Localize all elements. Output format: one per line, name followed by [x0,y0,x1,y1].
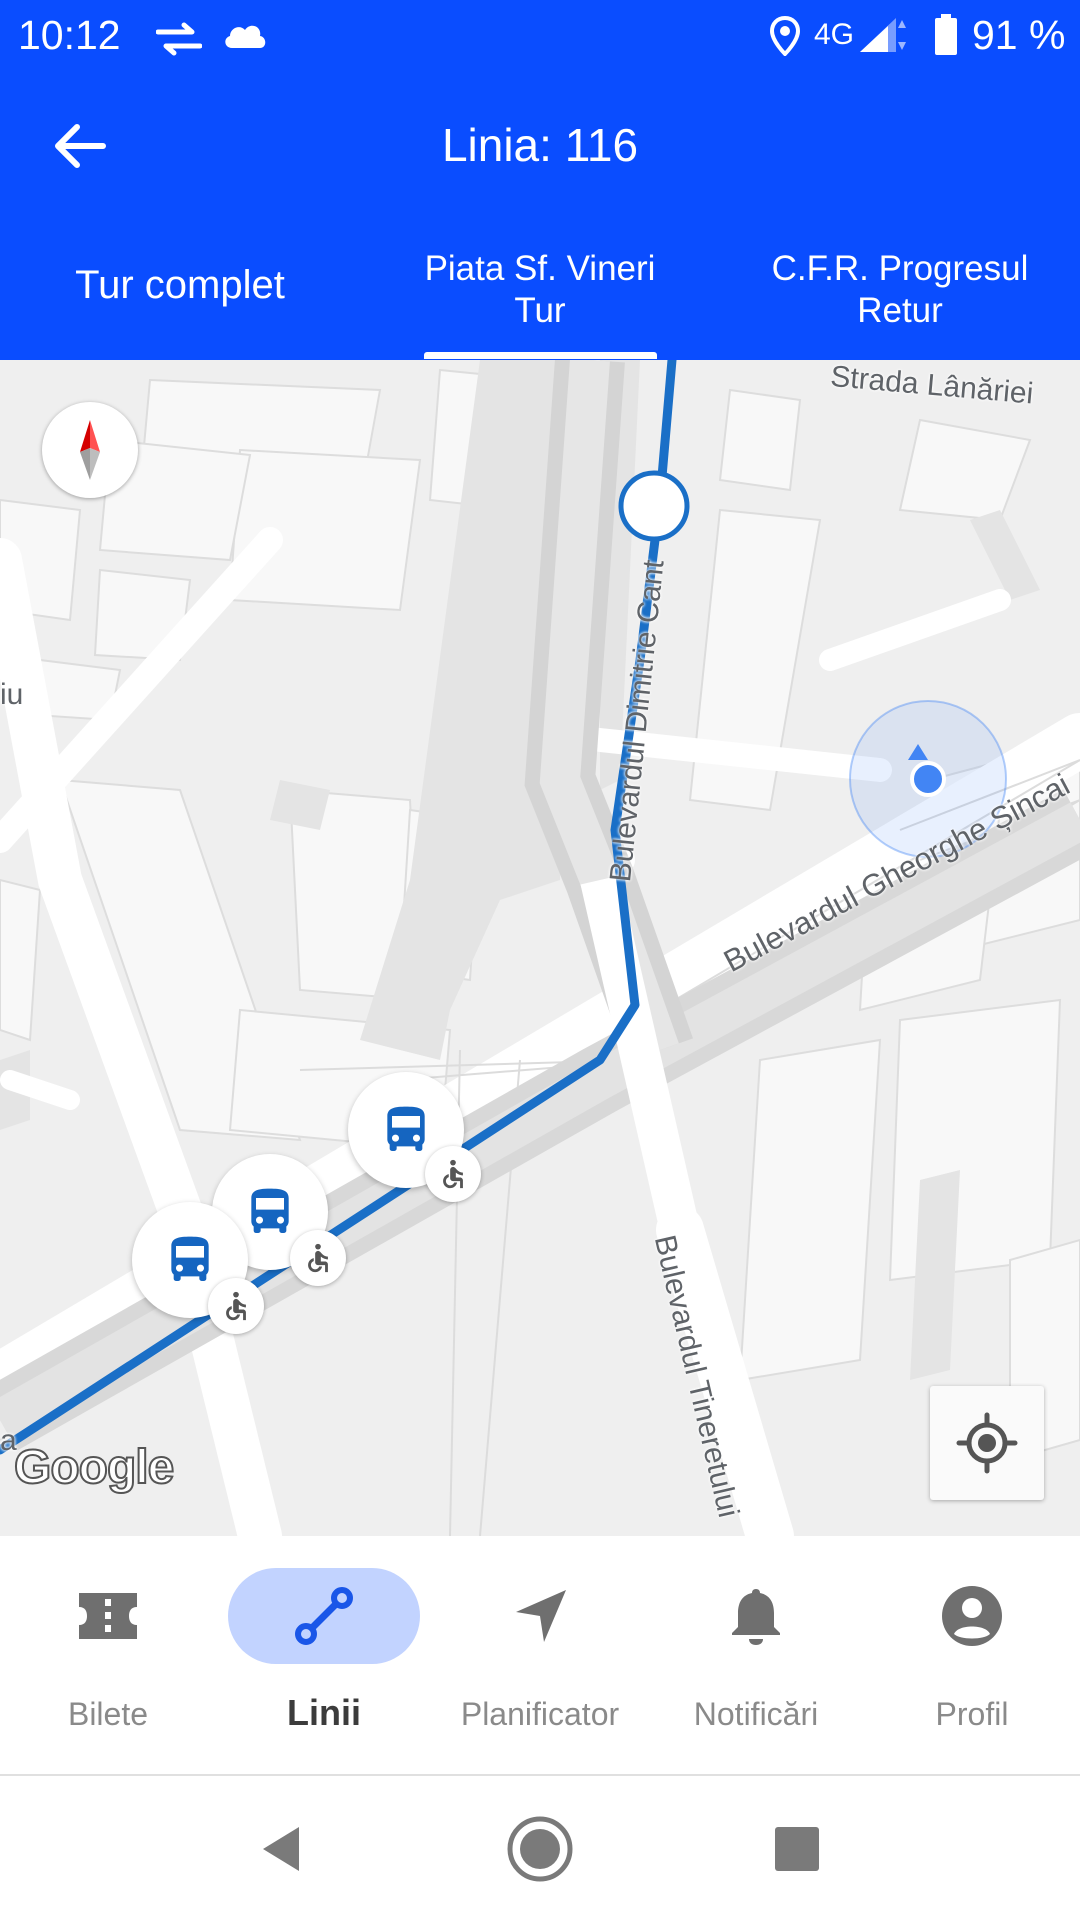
navigation-arrow-icon [516,1590,566,1642]
system-recents-button[interactable] [752,1804,842,1894]
wheelchair-icon [226,1291,246,1321]
nav-label: Linii [287,1692,361,1733]
square-recents-icon [775,1827,819,1871]
nav-pill [444,1568,636,1664]
account-circle-icon [942,1586,1002,1646]
tab-label-line2: Tur [514,291,566,330]
nav-item-bilete[interactable]: Bilete [0,1536,216,1776]
nav-item-linii[interactable]: Linii [216,1536,432,1776]
my-location-button[interactable] [930,1386,1044,1500]
bus-icon [171,1236,209,1281]
signal-icon [858,16,912,59]
status-time: 10:12 [18,12,121,58]
accessible-badge [208,1278,264,1334]
tab-tur-complet[interactable]: Tur complet [0,240,360,360]
home-circle-icon [507,1816,573,1882]
network-type: 4G [814,18,855,51]
route-map[interactable]: Strada Lânăriei Bulevardul Dimitrie Cant… [0,360,1080,1536]
cloud-icon [222,20,268,55]
nav-label: Bilete [67,1696,149,1732]
wheelchair-icon [443,1159,463,1189]
map-canvas [0,360,1080,1536]
battery-percentage: 91 % [972,12,1066,58]
battery-icon [934,14,958,61]
nav-pill [12,1568,204,1664]
tab-label-line1: Piata Sf. Vineri [424,249,656,288]
app-header: 10:12 4G 91 % Linia: 116 Tur complet Pia… [0,0,1080,360]
route-icon [295,1587,353,1645]
tab-label-line2: Retur [857,291,943,330]
bus-icon [387,1106,425,1151]
accessible-badge [290,1230,346,1286]
compass-button[interactable] [42,402,138,498]
system-home-button[interactable] [495,1804,585,1894]
nav-item-notificari[interactable]: Notificări [648,1536,864,1776]
tab-retur[interactable]: C.F.R. Progresul Retur [720,240,1080,360]
bottom-navigation: Bilete Linii Planificator Notificări Pro… [0,1536,1080,1776]
status-bar: 10:12 4G 91 % [0,0,1080,75]
google-logo: Google [13,1440,175,1495]
nav-item-profil[interactable]: Profil [864,1536,1080,1776]
tab-tur[interactable]: Piata Sf. Vineri Tur [360,240,720,360]
crosshair-icon [956,1412,1018,1474]
tab-label: Tur complet [75,263,285,307]
page-title: Linia: 116 [441,119,639,171]
data-transfer-icon [155,22,203,61]
ticket-icon [79,1593,137,1639]
nav-pill [876,1568,1068,1664]
tab-label-line1: C.F.R. Progresul [771,249,1029,288]
compass-icon [80,420,100,480]
bus-icon [251,1188,289,1233]
street-label-edge: iu [0,678,24,711]
direction-tabs: Tur complet Piata Sf. Vineri Tur C.F.R. … [0,240,1080,360]
accessible-badge [425,1146,481,1202]
nav-item-planificator[interactable]: Planificator [432,1536,648,1776]
nav-label: Profil [935,1696,1009,1732]
nav-label: Planificator [460,1696,620,1732]
location-icon [769,15,801,61]
nav-label: Notificări [693,1696,819,1732]
system-back-button[interactable] [236,1804,326,1894]
nav-pill [660,1568,852,1664]
triangle-back-icon [263,1827,299,1871]
bell-icon [732,1589,780,1645]
wheelchair-icon [308,1243,328,1273]
system-navigation-bar [0,1778,1080,1920]
active-tab-indicator [424,352,657,359]
app-bar: Linia: 116 [0,100,1080,192]
nav-pill-active [228,1568,420,1664]
